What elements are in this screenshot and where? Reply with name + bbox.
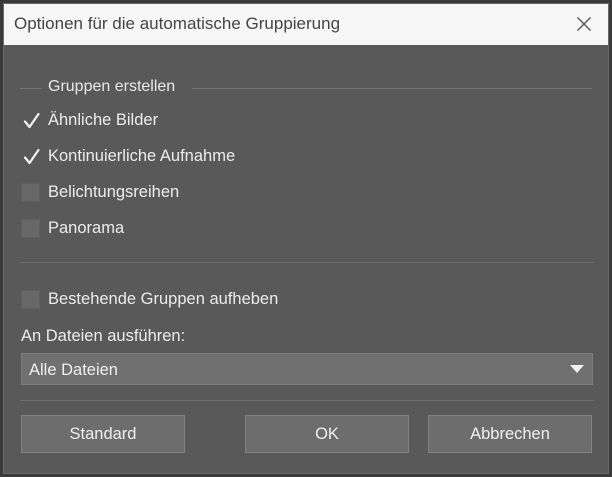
chevron-down-icon xyxy=(570,365,584,373)
section-divider xyxy=(20,262,594,263)
group-divider-left xyxy=(20,88,42,89)
footer-divider xyxy=(20,400,594,401)
dialog-window: Optionen für die automatische Gruppierun… xyxy=(3,3,609,474)
option-exposure-brackets[interactable]: Belichtungsreihen xyxy=(21,181,179,203)
apply-to-label: An Dateien ausführen: xyxy=(21,327,186,345)
group-divider-right xyxy=(192,88,592,89)
ok-button[interactable]: OK xyxy=(245,415,409,453)
cancel-button[interactable]: Abbrechen xyxy=(428,415,592,453)
option-ungroup-existing[interactable]: Bestehende Gruppen aufheben xyxy=(21,288,278,310)
option-similar-images[interactable]: Ähnliche Bilder xyxy=(21,109,158,131)
checkbox-similar-images[interactable] xyxy=(21,111,40,130)
group-label: Gruppen erstellen xyxy=(48,78,176,95)
checkbox-ungroup-existing[interactable] xyxy=(21,289,40,309)
option-label: Panorama xyxy=(48,218,125,237)
option-label: Ähnliche Bilder xyxy=(48,110,159,129)
option-continuous-shooting[interactable]: Kontinuierliche Aufnahme xyxy=(21,145,235,167)
checkbox-continuous-shooting[interactable] xyxy=(21,147,40,166)
close-icon xyxy=(577,17,591,31)
close-button[interactable] xyxy=(568,9,600,39)
apply-to-dropdown[interactable]: Alle Dateien xyxy=(21,353,593,385)
option-label: Bestehende Gruppen aufheben xyxy=(48,289,279,308)
dialog-title: Optionen für die automatische Gruppierun… xyxy=(14,14,341,33)
title-bar: Optionen für die automatische Gruppierun… xyxy=(4,4,608,45)
option-panorama[interactable]: Panorama xyxy=(21,217,124,239)
standard-button[interactable]: Standard xyxy=(21,415,185,453)
dropdown-value: Alle Dateien xyxy=(29,361,118,379)
group-header: Gruppen erstellen xyxy=(20,78,592,98)
checkmark-icon xyxy=(23,112,40,128)
checkbox-panorama[interactable] xyxy=(21,218,40,238)
checkbox-exposure-brackets[interactable] xyxy=(21,182,40,202)
option-label: Kontinuierliche Aufnahme xyxy=(48,146,236,165)
checkmark-icon xyxy=(23,148,40,164)
option-label: Belichtungsreihen xyxy=(48,182,180,201)
